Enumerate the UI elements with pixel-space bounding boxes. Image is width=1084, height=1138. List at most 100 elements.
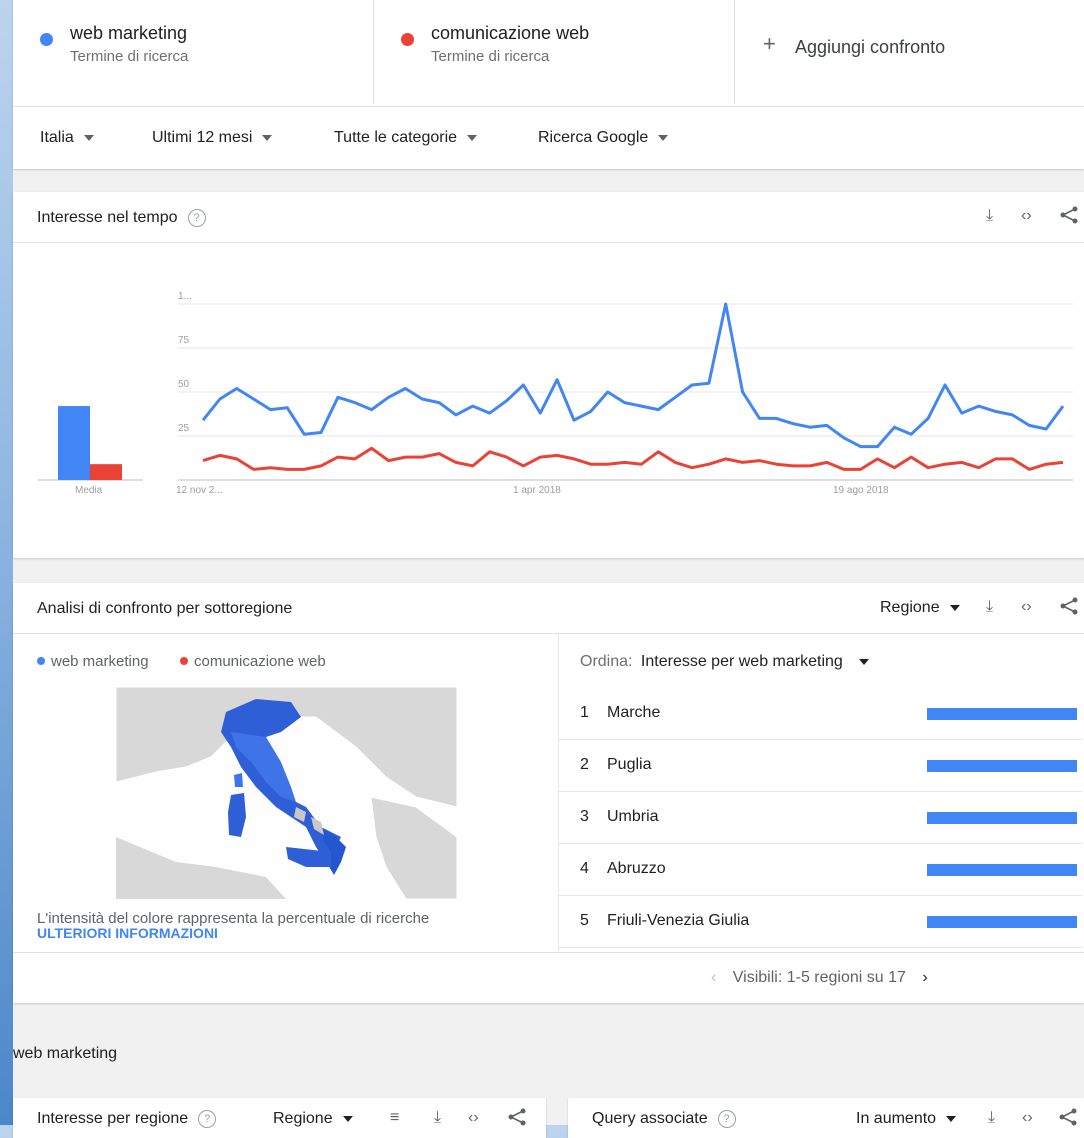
add-compare-button[interactable]: + Aggiungi confronto (735, 0, 1084, 104)
select-label: In aumento (856, 1110, 937, 1127)
x-tick-label: 19 ago 2018 (833, 485, 889, 496)
divider (13, 952, 1084, 953)
card-title: Analisi di confronto per sottoregione (37, 600, 293, 617)
select-label: Regione (880, 599, 940, 616)
region-name: Puglia (607, 756, 652, 773)
embed-icon[interactable]: ‹› (1022, 1109, 1033, 1127)
region-name: Marche (607, 704, 661, 721)
card-header: Interesse nel tempo? ⤓ ‹› (13, 192, 1084, 243)
filter-label: Italia (40, 129, 74, 146)
interest-bar (927, 864, 1077, 876)
share-icon[interactable] (1059, 596, 1079, 621)
rank-number: 2 (580, 756, 589, 773)
card-title: Query associate? (592, 1110, 736, 1128)
share-icon[interactable] (507, 1107, 527, 1132)
blue-dot-icon (37, 657, 45, 665)
section-label: web marketing (13, 1045, 118, 1062)
title-text: Interesse nel tempo (37, 209, 178, 226)
map-legend-comunicazione-web: comunicazione web (180, 653, 326, 670)
red-dot-icon (180, 657, 188, 665)
card-header: Analisi di confronto per sottoregione Re… (13, 583, 1084, 634)
term-type: Termine di ricerca (70, 48, 189, 65)
region-name: Abruzzo (607, 860, 666, 877)
ranking-row[interactable]: 4 Abruzzo (559, 843, 1082, 896)
region-ranking: Ordina: Interesse per web marketing 1 Ma… (558, 633, 1084, 953)
embed-icon[interactable]: ‹› (468, 1109, 479, 1127)
y-tick-label: 50 (178, 379, 190, 390)
map-graphic (116, 687, 457, 899)
share-icon[interactable] (1059, 205, 1079, 230)
embed-icon[interactable]: ‹› (1021, 207, 1032, 225)
y-tick-label: 25 (178, 423, 190, 434)
download-icon[interactable]: ⤓ (434, 1109, 441, 1127)
interest-by-region-card: Interesse per regione? Regione ≡ ⤓ ‹› (13, 1098, 546, 1138)
interest-bar (927, 812, 1077, 824)
trend-select[interactable]: In aumento (856, 1110, 957, 1128)
region-name: Umbria (607, 808, 659, 825)
filter-period[interactable]: Ultimi 12 mesi (152, 129, 273, 147)
average-bar (90, 464, 122, 480)
embed-icon[interactable]: ‹› (1021, 598, 1032, 616)
list-icon[interactable]: ≡ (390, 1109, 399, 1127)
interest-chart: 25 50 75 1... 12 nov 2... 1 apr 2018 19 ago 20… (38, 291, 1073, 496)
pager-text: Visibili: 1-5 regioni su 17 (732, 969, 906, 986)
caret-down-icon (467, 134, 478, 141)
map-legend-web-marketing: web marketing (37, 653, 149, 670)
title-text: Query associate (592, 1110, 708, 1127)
y-tick-label: 1... (178, 291, 192, 302)
map-caption: L'intensità del colore rappresenta la pe… (37, 910, 430, 940)
legend-label: web marketing (51, 653, 149, 670)
download-icon[interactable]: ⤓ (986, 598, 993, 616)
filter-label: Ricerca Google (538, 129, 649, 146)
download-icon[interactable]: ⤓ (988, 1109, 995, 1127)
region-select[interactable]: Regione (880, 599, 960, 617)
help-icon[interactable]: ? (717, 1110, 736, 1128)
red-dot-icon (401, 33, 414, 46)
term-type: Termine di ricerca (431, 48, 550, 65)
chevron-right-icon[interactable]: › (922, 969, 927, 986)
filter-country[interactable]: Italia (40, 129, 94, 147)
ranking-row[interactable]: 2 Puglia (559, 739, 1082, 792)
map-note: L'intensità del colore rappresenta la pe… (37, 910, 430, 927)
ranking-row[interactable]: 1 Marche (559, 687, 1082, 740)
filter-category[interactable]: Tutte le categorie (334, 129, 478, 147)
select-label: Regione (273, 1110, 333, 1127)
average-label: Media (75, 485, 103, 496)
help-icon[interactable]: ? (198, 1110, 217, 1128)
share-icon[interactable] (1058, 1107, 1078, 1132)
download-icon[interactable]: ⤓ (986, 207, 993, 225)
help-icon[interactable]: ? (187, 209, 206, 227)
caret-down-icon (946, 1115, 957, 1122)
ranking-row[interactable]: 5 Friuli-Venezia Giulia (559, 895, 1082, 948)
title-text: Interesse per regione (37, 1110, 189, 1127)
chevron-left-icon[interactable]: ‹ (711, 969, 716, 986)
caret-down-icon (83, 134, 94, 141)
y-tick-label: 75 (178, 335, 190, 346)
rank-number: 4 (580, 860, 589, 877)
filter-label: Tutte le categorie (334, 129, 458, 146)
caret-down-icon (262, 134, 273, 141)
series-line (201, 302, 1065, 449)
filter-search-type[interactable]: Ricerca Google (538, 129, 669, 147)
filter-label: Ultimi 12 mesi (152, 129, 253, 146)
sort-control[interactable]: Ordina: Interesse per web marketing (580, 653, 870, 671)
italy-region-map[interactable] (116, 687, 457, 899)
subregion-card: Analisi di confronto per sottoregione Re… (13, 583, 1084, 1003)
interest-bar (927, 708, 1077, 720)
filter-bar: Italia Ultimi 12 mesi Tutte le categorie… (13, 106, 1084, 169)
region-select[interactable]: Regione (273, 1110, 353, 1128)
ranking-row[interactable]: 3 Umbria (559, 791, 1082, 844)
term-comunicazione-web[interactable]: comunicazione web Termine di ricerca (374, 0, 735, 104)
caret-down-icon (859, 658, 870, 665)
term-label: comunicazione web (431, 23, 590, 43)
caret-down-icon (949, 604, 960, 611)
plus-icon: + (763, 31, 776, 56)
more-info-link[interactable]: ULTERIORI INFORMAZIONI (37, 926, 429, 940)
rank-number: 1 (580, 704, 589, 721)
series-line (202, 446, 1064, 471)
average-bar (58, 406, 90, 480)
pagination: ‹ Visibili: 1-5 regioni su 17 › (711, 969, 928, 987)
term-web-marketing[interactable]: web marketing Termine di ricerca (13, 0, 374, 104)
interest-bar (927, 760, 1077, 772)
legend-label: comunicazione web (194, 653, 326, 670)
